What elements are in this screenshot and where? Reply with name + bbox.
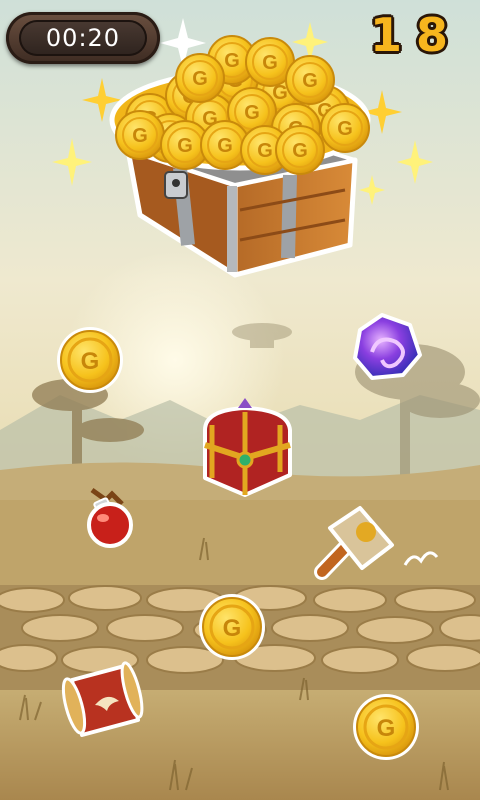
coin-letter: G — [377, 715, 396, 742]
pile-coin: G — [285, 55, 335, 105]
timer-text: 00:20 — [45, 24, 121, 52]
timer-panel: 00:20 — [6, 12, 160, 64]
coin-letter: G — [262, 52, 278, 74]
pile-coin: G — [275, 125, 325, 175]
pile-coin: G — [115, 110, 165, 160]
coin-letter: G — [292, 140, 308, 162]
coin-letter: G — [81, 348, 100, 375]
timer-inner: 00:20 — [19, 20, 147, 56]
coin-letter: G — [302, 70, 318, 92]
grass-band — [0, 500, 480, 590]
coin-letter: G — [244, 102, 260, 124]
coin-letter: G — [217, 135, 233, 157]
score-counter: 18 — [369, 8, 462, 62]
purple-swirl-gem-icon[interactable] — [353, 313, 422, 380]
coin-letter: G — [177, 135, 193, 157]
coin-letter: G — [257, 140, 273, 162]
coin-letter: G — [224, 50, 240, 72]
game-canvas: GGGGGGGGGGGGGGGGGGG — [0, 0, 480, 800]
coin-letter: G — [337, 118, 353, 140]
pile-coin: G — [320, 103, 370, 153]
coin-letter: G — [223, 615, 242, 642]
coin-letter: G — [132, 125, 148, 147]
jeweled-chest-icon[interactable] — [203, 398, 292, 497]
game-scene: GGGGGGGGGGGGGGGGGGG — [0, 0, 480, 800]
coin-letter: G — [192, 68, 208, 90]
pile-coin: G — [175, 53, 225, 103]
